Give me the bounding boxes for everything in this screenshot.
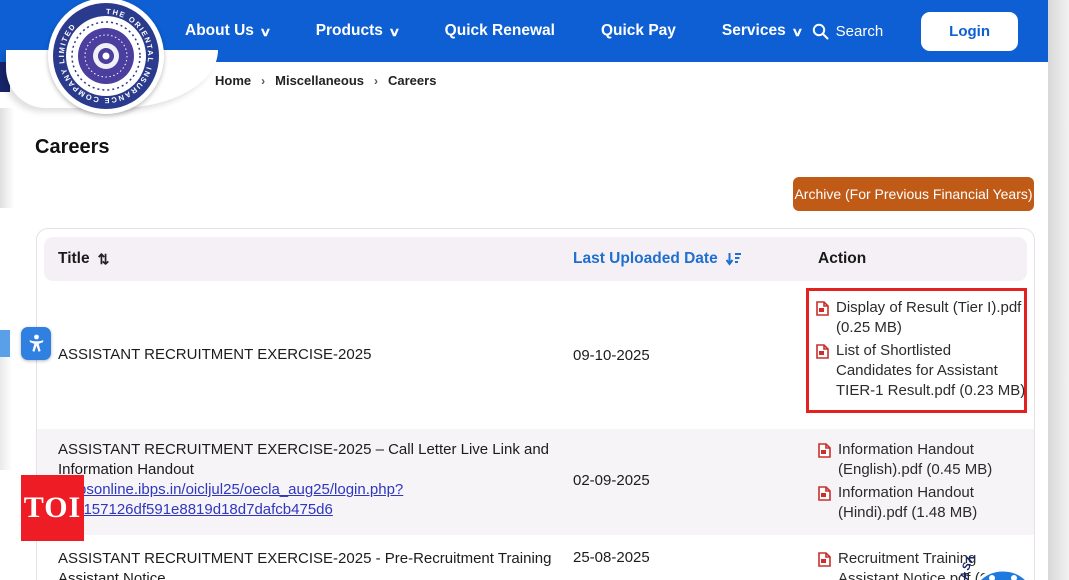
toi-watermark: TOI xyxy=(21,475,84,541)
accessibility-widget-edge xyxy=(0,330,10,357)
breadcrumb-miscellaneous[interactable]: Miscellaneous xyxy=(275,73,364,88)
breadcrumb-home[interactable]: Home xyxy=(215,73,251,88)
header-label: Title xyxy=(58,250,90,268)
ibps-login-link[interactable]: d=9157126df591e8819d18d7dafcb475d6 xyxy=(58,500,553,520)
search-icon xyxy=(812,23,829,40)
search-label: Search xyxy=(836,23,884,40)
careers-table: Title ⇅ Last Uploaded Date Action ASSIST… xyxy=(36,228,1035,580)
nav-item-about-us[interactable]: About Us ∨ xyxy=(185,22,270,40)
row-title: ASSISTANT RECRUITMENT EXERCISE-2025 xyxy=(58,345,573,365)
row-title: ASSISTANT RECRUITMENT EXERCISE-2025 - Pr… xyxy=(58,549,573,580)
nav-label: Services xyxy=(722,22,786,40)
chevron-down-icon: ∨ xyxy=(791,25,803,39)
accessibility-button[interactable] xyxy=(21,327,51,360)
breadcrumb-separator-icon: › xyxy=(261,74,265,88)
chevron-down-icon: ∨ xyxy=(388,25,400,39)
row-date: 09-10-2025 xyxy=(573,347,818,364)
sort-both-icon: ⇅ xyxy=(98,251,110,268)
nav-item-quick-pay[interactable]: Quick Pay xyxy=(601,22,676,40)
nav-item-services[interactable]: Services ∨ xyxy=(722,22,802,40)
pdf-file-icon xyxy=(818,486,831,501)
column-header-last-uploaded-date[interactable]: Last Uploaded Date xyxy=(573,250,818,268)
ask-orin-chatbot-icon: ASK ORIN xyxy=(958,556,1048,580)
column-header-action: Action xyxy=(818,250,1027,268)
search-button[interactable]: Search xyxy=(812,23,884,40)
row-date: 02-09-2025 xyxy=(573,472,818,489)
nav-label: Products xyxy=(316,22,383,40)
careers-page: About Us ∨ Products ∨ Quick Renewal Quic… xyxy=(0,0,1069,580)
chatbot-widget[interactable]: ASK ORIN xyxy=(958,556,1048,580)
sort-descending-icon xyxy=(726,252,741,266)
table-row: ASSISTANT RECRUITMENT EXERCISE-2025 09-1… xyxy=(37,281,1034,429)
oriental-insurance-logo[interactable]: THE ORIENTAL INSURANCE COMPANY LIMITED xyxy=(48,0,164,114)
login-button[interactable]: Login xyxy=(921,12,1018,51)
chevron-down-icon: ∨ xyxy=(259,25,271,39)
navbar-right: Search Login xyxy=(812,0,1018,62)
nav-label: Quick Pay xyxy=(601,22,676,40)
archive-button[interactable]: Archive (For Previous Financial Years) xyxy=(793,177,1034,211)
pdf-file-icon xyxy=(816,301,829,316)
nav-item-products[interactable]: Products ∨ xyxy=(316,22,399,40)
pdf-link[interactable]: Display of Result (Tier I).pdf (0.25 MB) xyxy=(816,298,1028,338)
pdf-link-label: Display of Result (Tier I).pdf (0.25 MB) xyxy=(836,298,1028,338)
row-date: 25-08-2025 xyxy=(573,549,818,566)
breadcrumb-separator-icon: › xyxy=(374,74,378,88)
header-label: Action xyxy=(818,250,866,268)
column-header-title[interactable]: Title ⇅ xyxy=(58,250,573,268)
pdf-file-icon xyxy=(818,552,831,567)
accessibility-person-icon xyxy=(28,334,45,353)
highlight-red-box: Display of Result (Tier I).pdf (0.25 MB)… xyxy=(806,288,1027,413)
breadcrumb: Home › Miscellaneous › Careers xyxy=(215,73,436,88)
nav-label: Quick Renewal xyxy=(445,22,555,40)
toi-watermark-text: TOI xyxy=(24,491,81,525)
row-actions: Information Handout (English).pdf (0.45 … xyxy=(818,440,1034,523)
pdf-link-label: Information Handout (Hindi).pdf (1.48 MB… xyxy=(838,483,1030,523)
table-row: ASSISTANT RECRUITMENT EXERCISE-2025 – Ca… xyxy=(37,429,1034,535)
company-seal-icon: THE ORIENTAL INSURANCE COMPANY LIMITED xyxy=(52,2,160,110)
pdf-link[interactable]: List of Shortlisted Candidates for Assis… xyxy=(816,341,1028,401)
page-title: Careers xyxy=(35,136,110,159)
row-title-text: ASSISTANT RECRUITMENT EXERCISE-2025 – Ca… xyxy=(58,441,549,478)
row-actions: Display of Result (Tier I).pdf (0.25 MB)… xyxy=(818,288,1034,413)
header-label: Last Uploaded Date xyxy=(573,250,718,268)
pdf-file-icon xyxy=(818,443,831,458)
breadcrumb-careers[interactable]: Careers xyxy=(388,73,436,88)
pdf-link[interactable]: Information Handout (Hindi).pdf (1.48 MB… xyxy=(818,483,1030,523)
row-title: ASSISTANT RECRUITMENT EXERCISE-2025 – Ca… xyxy=(58,440,573,520)
nav-item-quick-renewal[interactable]: Quick Renewal xyxy=(445,22,555,40)
table-row: ASSISTANT RECRUITMENT EXERCISE-2025 - Pr… xyxy=(37,535,1034,580)
page-edge-shadow xyxy=(1048,0,1069,580)
left-edge-artifact xyxy=(0,108,14,208)
ibps-login-link[interactable]: //ibpsonline.ibps.in/oicljul25/oecla_aug… xyxy=(58,480,553,500)
nav-label: About Us xyxy=(185,22,254,40)
pdf-link[interactable]: Information Handout (English).pdf (0.45 … xyxy=(818,440,1030,480)
pdf-link-label: Information Handout (English).pdf (0.45 … xyxy=(838,440,1030,480)
pdf-file-icon xyxy=(816,344,829,359)
table-header-row: Title ⇅ Last Uploaded Date Action xyxy=(44,237,1027,281)
pdf-link-label: List of Shortlisted Candidates for Assis… xyxy=(836,341,1028,401)
main-nav: About Us ∨ Products ∨ Quick Renewal Quic… xyxy=(185,22,801,40)
